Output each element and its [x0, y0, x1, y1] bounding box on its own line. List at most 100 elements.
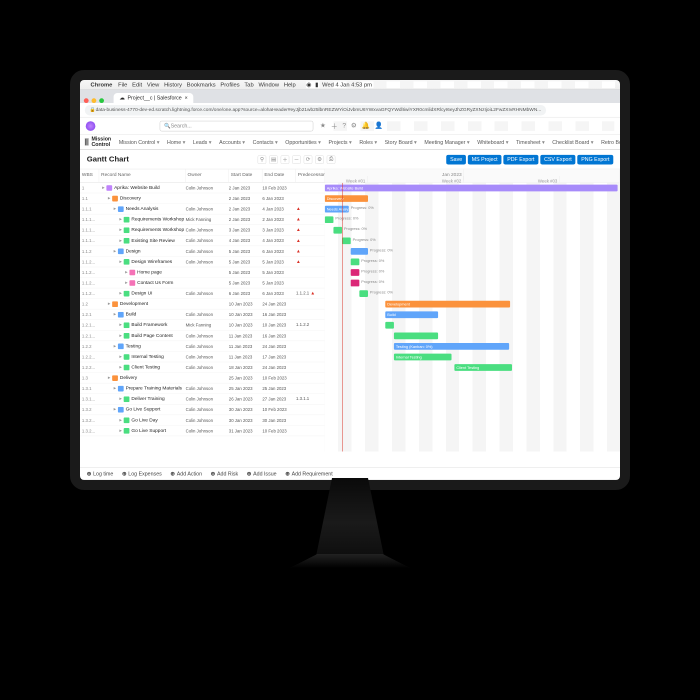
gantt-row[interactable]: 1.2.1 ▸ Build Colin Johnson 10 Jan 2023 …: [80, 309, 325, 320]
gantt-row[interactable]: 1.2 ▸ Development 10 Jan 2023 24 Jan 202…: [80, 299, 325, 310]
col-name[interactable]: Record Name: [99, 169, 185, 182]
nav-tab[interactable]: Meeting Manager: [421, 139, 474, 145]
expand-toggle-icon[interactable]: ▸: [125, 280, 127, 285]
setup-gear-icon[interactable]: ⚙: [351, 121, 357, 131]
window-maximize-icon[interactable]: [99, 98, 104, 103]
expand-toggle-icon[interactable]: ▸: [119, 333, 121, 338]
gantt-bar[interactable]: [351, 269, 360, 276]
expand-toggle-icon[interactable]: ▸: [119, 291, 121, 296]
gantt-row[interactable]: 1.2.1... ▸ Build Framework Mick Fanning …: [80, 320, 325, 331]
ms project-button[interactable]: MS Project: [468, 155, 502, 165]
nav-tab[interactable]: Opportunities: [281, 139, 324, 145]
gantt-row[interactable]: 1.1.2... ▸ Design UI Colin Johnson 6 Jan…: [80, 288, 325, 299]
menubar-item[interactable]: Profiles: [220, 81, 239, 88]
expand-toggle-icon[interactable]: ▸: [119, 217, 121, 222]
gantt-bar[interactable]: Testing (Kanban: 0%): [394, 343, 509, 350]
menubar-item[interactable]: Tab: [244, 81, 253, 88]
gantt-row[interactable]: 1.3 ▸ Delivery 25 Jan 2023 10 Feb 2023: [80, 373, 325, 384]
gantt-bar[interactable]: [351, 248, 368, 255]
expand-toggle-icon[interactable]: ▸: [119, 396, 121, 401]
menubar-item[interactable]: File: [118, 81, 127, 88]
collapse-icon[interactable]: ▤: [269, 155, 278, 164]
nav-tab[interactable]: Story Board: [381, 139, 421, 145]
menubar-item[interactable]: Edit: [132, 81, 142, 88]
nav-tab[interactable]: Mission Control: [115, 139, 163, 145]
csv export-button[interactable]: CSV Export: [540, 155, 575, 165]
global-add-icon[interactable]: ＋: [331, 121, 338, 131]
nav-tab[interactable]: Projects: [325, 139, 356, 145]
gantt-row[interactable]: 1.1.1... ▸ Requirements Workshop 2 Colin…: [80, 225, 325, 236]
expand-toggle-icon[interactable]: ▸: [114, 407, 116, 412]
settings-icon[interactable]: ⚙: [315, 155, 324, 164]
gantt-bar[interactable]: [333, 227, 342, 234]
zoom-in-icon[interactable]: ＋: [281, 155, 290, 164]
favorites-icon[interactable]: ★: [320, 121, 326, 131]
col-wbs[interactable]: WBS: [80, 169, 99, 182]
gantt-row[interactable]: 1.3.2 ▸ Go Live Support Colin Johnson 30…: [80, 404, 325, 415]
nav-tab[interactable]: Timesheet: [512, 139, 548, 145]
expand-toggle-icon[interactable]: ▸: [108, 196, 110, 201]
avatar-icon[interactable]: 👤: [375, 121, 383, 131]
expand-toggle-icon[interactable]: ▸: [114, 386, 116, 391]
menubar-item[interactable]: History: [164, 81, 182, 88]
add requirement-button[interactable]: ⊕ Add Requirement: [285, 471, 332, 477]
gantt-bar[interactable]: Discovery: [325, 195, 368, 202]
expand-toggle-icon[interactable]: ▸: [114, 344, 116, 349]
gantt-row[interactable]: 1.1 ▸ Discovery 2 Jan 2023 6 Jan 2023: [80, 193, 325, 204]
png export-button[interactable]: PNG Export: [577, 155, 613, 165]
notifications-icon[interactable]: 🔔: [362, 121, 370, 131]
gantt-bar[interactable]: Internal Testing: [394, 354, 452, 361]
print-icon[interactable]: ⎙: [327, 155, 336, 164]
col-pred[interactable]: Predecessors: [296, 169, 325, 182]
gantt-bar[interactable]: Aprika: Website Build: [325, 185, 618, 192]
gantt-timeline[interactable]: Aprika: Website BuildDiscoveryNeeds Anal…: [325, 183, 620, 452]
nav-tab[interactable]: Roles: [356, 139, 381, 145]
expand-toggle-icon[interactable]: ▸: [125, 270, 127, 275]
pdf export-button[interactable]: PDF Export: [503, 155, 538, 165]
col-end[interactable]: End Date: [262, 169, 296, 182]
gantt-row[interactable]: 1.1.2... ▸ Home page 5 Jan 2023 5 Jan 20…: [80, 267, 325, 278]
add risk-button[interactable]: ⊕ Add Risk: [211, 471, 238, 477]
zoom-out-icon[interactable]: －: [292, 155, 301, 164]
gantt-bar[interactable]: [342, 237, 351, 244]
tab-close-icon[interactable]: ×: [185, 95, 188, 101]
nav-tab[interactable]: Checklist Board: [548, 139, 597, 145]
gantt-bar[interactable]: [351, 259, 360, 266]
gantt-row[interactable]: 1.1.2... ▸ Contact Us Form 5 Jan 2023 5 …: [80, 278, 325, 289]
menubar-item[interactable]: View: [147, 81, 159, 88]
log time-button[interactable]: ⊕ Log time: [87, 471, 114, 477]
gantt-row[interactable]: 1.2.2... ▸ Client Testing Colin Johnson …: [80, 362, 325, 373]
gantt-row[interactable]: 1.3.2... ▸ Go Live Day Colin Johnson 30 …: [80, 415, 325, 426]
window-close-icon[interactable]: [84, 98, 89, 103]
global-search-input[interactable]: 🔍 Search...: [160, 121, 314, 132]
expand-toggle-icon[interactable]: ▸: [119, 417, 121, 422]
expand-toggle-icon[interactable]: ▸: [108, 301, 110, 306]
log expenses-button[interactable]: ⊕ Log Expenses: [122, 471, 162, 477]
nav-tab[interactable]: Contacts: [249, 139, 282, 145]
gantt-row[interactable]: 1.1.2 ▸ Design Colin Johnson 5 Jan 2023 …: [80, 246, 325, 257]
window-minimize-icon[interactable]: [92, 98, 97, 103]
menubar-item[interactable]: Window: [259, 81, 279, 88]
nav-tab[interactable]: Leads: [189, 139, 215, 145]
gantt-bar[interactable]: [351, 280, 360, 287]
gantt-row[interactable]: 1.1.1... ▸ Existing Site Review Colin Jo…: [80, 236, 325, 247]
expand-toggle-icon[interactable]: ▸: [119, 227, 121, 232]
gantt-bar[interactable]: [394, 332, 438, 339]
gantt-row[interactable]: 1.1.1 ▸ Needs Analysis Colin Johnson 2 J…: [80, 204, 325, 215]
gantt-row[interactable]: 1.3.1... ▸ Deliver Training Colin Johnso…: [80, 394, 325, 405]
gantt-row[interactable]: 1.1.1... ▸ Requirements Workshop 1 Mick …: [80, 214, 325, 225]
gantt-row[interactable]: 1.1.2... ▸ Design Wireframes Colin Johns…: [80, 257, 325, 268]
gantt-row[interactable]: 1.2.1... ▸ Build Page Content Colin John…: [80, 331, 325, 342]
filter-icon[interactable]: ⚲: [258, 155, 267, 164]
gantt-bar[interactable]: Client Testing: [454, 364, 512, 371]
col-start[interactable]: Start Date: [229, 169, 263, 182]
save-button[interactable]: Save: [446, 155, 466, 165]
gantt-bar[interactable]: Build: [385, 311, 438, 318]
gantt-row[interactable]: 1.2.2... ▸ Internal Testing Colin Johnso…: [80, 352, 325, 363]
nav-tab[interactable]: Home: [163, 139, 189, 145]
browser-tab[interactable]: ☁ Project__c | Salesforce ×: [114, 93, 194, 103]
gantt-row[interactable]: 1.3.2... ▸ Go Live Support Colin Johnson…: [80, 426, 325, 437]
help-icon[interactable]: ?: [342, 121, 346, 131]
gantt-row[interactable]: 1.3.1 ▸ Prepare Training Materials Colin…: [80, 383, 325, 394]
app-launcher-icon[interactable]: [85, 139, 89, 146]
